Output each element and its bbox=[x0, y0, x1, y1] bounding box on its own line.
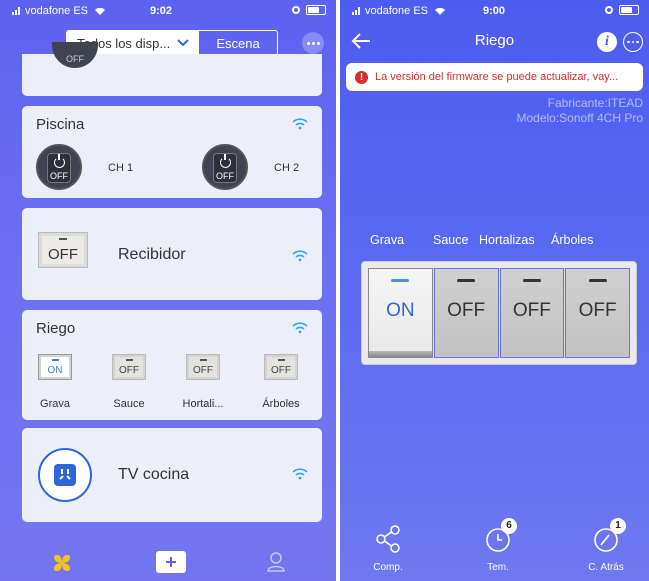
share-icon[interactable] bbox=[373, 524, 403, 554]
profile-tab-icon[interactable] bbox=[266, 551, 286, 573]
signal-icon bbox=[352, 7, 362, 16]
wifi-icon bbox=[292, 468, 308, 480]
switch-panel: ON OFF OFF OFF bbox=[362, 262, 636, 364]
status-bar: vodafone ES 9:00 bbox=[340, 0, 649, 22]
device-name: Riego bbox=[36, 320, 76, 337]
devices-tab-icon[interactable] bbox=[52, 553, 72, 573]
power-icon bbox=[54, 154, 65, 168]
channel-switch-sauce[interactable]: OFF bbox=[433, 268, 499, 358]
share-label[interactable]: Comp. bbox=[353, 562, 423, 573]
device-name: Recibidor bbox=[118, 246, 186, 263]
switch-label: Hortali... bbox=[182, 398, 224, 410]
carrier: vodafone ES bbox=[12, 5, 106, 17]
chevron-down-icon bbox=[177, 39, 189, 47]
more-options-button[interactable] bbox=[623, 32, 643, 52]
scene-tab[interactable]: Escena bbox=[199, 31, 277, 55]
status-time: 9:02 bbox=[150, 5, 173, 17]
channel-name: Sauce bbox=[433, 233, 469, 247]
switch-label: Árboles bbox=[262, 398, 300, 410]
card-partial-top: OFF bbox=[22, 42, 322, 96]
device-list-screen: vodafone ES 9:02 Todos los disp... Escen… bbox=[0, 0, 336, 581]
riego-switch-hortalizas[interactable]: OFF bbox=[186, 354, 220, 380]
battery-icon bbox=[619, 5, 639, 15]
recibidor-switch[interactable]: OFF bbox=[38, 232, 88, 268]
status-bar: vodafone ES 9:02 bbox=[0, 0, 336, 22]
warning-icon: ! bbox=[355, 70, 368, 84]
status-time: 9:00 bbox=[483, 5, 506, 17]
manufacturer-text: Fabricante:ITEAD bbox=[547, 96, 643, 110]
add-device-button[interactable] bbox=[156, 551, 186, 573]
tab-bar bbox=[0, 539, 336, 581]
device-detail-screen: vodafone ES 9:00 Riego i ! La versión de… bbox=[340, 0, 649, 581]
switch-label: Grava bbox=[40, 398, 70, 410]
alarm-icon bbox=[292, 6, 300, 14]
countdown-label[interactable]: C. Atrás bbox=[571, 562, 641, 573]
channel-switch-hortalizas[interactable]: OFF bbox=[499, 268, 565, 358]
countdown-count-badge: 1 bbox=[610, 518, 626, 534]
info-icon[interactable]: i bbox=[597, 32, 617, 52]
card-tv-cocina[interactable]: TV cocina bbox=[22, 428, 322, 522]
channel-name: Grava bbox=[370, 233, 405, 247]
plus-icon bbox=[166, 557, 176, 567]
more-options-button[interactable] bbox=[302, 32, 324, 54]
channel-name: Árboles bbox=[551, 233, 594, 247]
carrier: vodafone ES bbox=[352, 5, 446, 17]
wifi-status-icon bbox=[435, 7, 446, 15]
timer-count-badge: 6 bbox=[501, 518, 517, 534]
channel-switch-grava[interactable]: ON bbox=[368, 268, 433, 358]
timer-label[interactable]: Tem. bbox=[463, 562, 533, 573]
switch-label: Sauce bbox=[113, 398, 145, 410]
power-icon bbox=[220, 154, 231, 168]
model-text: Modelo:Sonoff 4CH Pro bbox=[516, 111, 643, 125]
riego-switch-arboles[interactable]: OFF bbox=[264, 354, 298, 380]
battery-icon bbox=[306, 5, 326, 15]
riego-switch-sauce[interactable]: OFF bbox=[112, 354, 146, 380]
ch2-label: CH 2 bbox=[274, 162, 300, 174]
channel-names: Grava Sauce Hortalizas Árboles bbox=[370, 233, 593, 247]
firmware-update-banner[interactable]: ! La versión del firmware se puede actua… bbox=[346, 63, 643, 91]
card-recibidor[interactable]: OFF Recibidor bbox=[22, 208, 322, 300]
card-riego[interactable]: Riego ON Grava OFF Sauce OFF Hortali... … bbox=[22, 310, 322, 420]
riego-switch-grava[interactable]: ON bbox=[38, 354, 72, 380]
wifi-icon bbox=[292, 322, 308, 334]
ch2-power-button[interactable]: OFF bbox=[202, 144, 248, 190]
signal-icon bbox=[12, 7, 22, 16]
socket-power-button[interactable] bbox=[38, 448, 92, 502]
channel-switch-arboles[interactable]: OFF bbox=[565, 268, 630, 358]
socket-icon bbox=[54, 464, 76, 486]
power-button-partial[interactable]: OFF bbox=[52, 42, 98, 68]
device-name: TV cocina bbox=[118, 466, 190, 483]
alarm-icon bbox=[605, 6, 613, 14]
channel-name: Hortalizas bbox=[479, 233, 535, 247]
ch1-label: CH 1 bbox=[108, 162, 134, 174]
ch1-power-button[interactable]: OFF bbox=[36, 144, 82, 190]
wifi-status-icon bbox=[95, 7, 106, 15]
wifi-icon bbox=[292, 250, 308, 262]
wifi-icon bbox=[292, 118, 308, 130]
device-name: Piscina bbox=[36, 116, 85, 133]
card-piscina[interactable]: Piscina OFF CH 1 OFF CH 2 bbox=[22, 106, 322, 198]
